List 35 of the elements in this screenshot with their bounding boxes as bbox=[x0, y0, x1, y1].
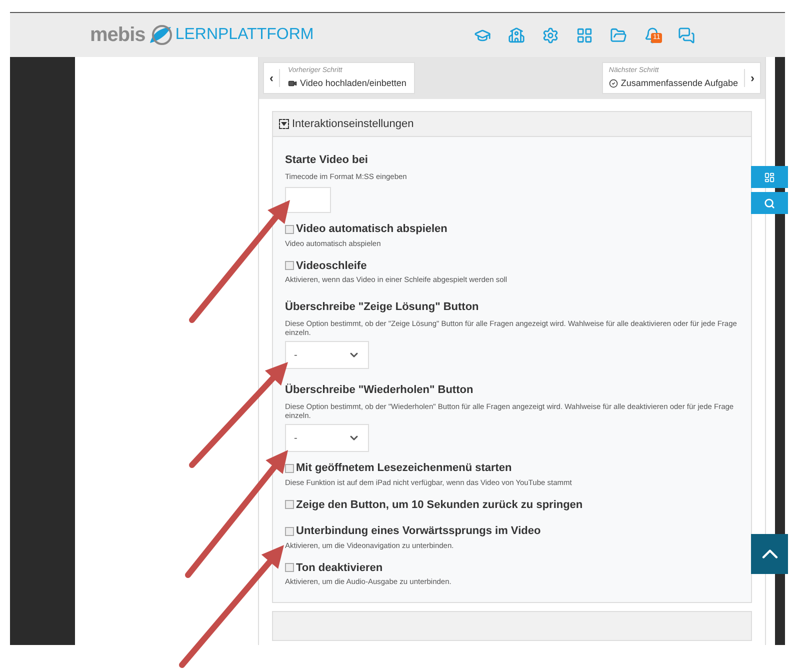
settings-icon[interactable] bbox=[542, 26, 559, 44]
checkbox[interactable] bbox=[285, 261, 294, 270]
field-label: Unterbindung eines Vorwärtssprungs im Video bbox=[296, 524, 541, 539]
checkbox[interactable] bbox=[285, 464, 294, 473]
logo-text: mebis bbox=[90, 23, 146, 48]
panel-header[interactable]: Interaktionseinstellungen bbox=[273, 112, 751, 137]
folder-icon[interactable] bbox=[610, 26, 627, 44]
checkbox[interactable] bbox=[285, 224, 294, 234]
dropdown-select[interactable]: - bbox=[285, 341, 369, 369]
search-drawer-button[interactable] bbox=[751, 192, 788, 214]
field-label: Videoschleife bbox=[296, 258, 367, 274]
field-label: Video automatisch abspielen bbox=[296, 222, 448, 237]
messages-icon[interactable] bbox=[678, 26, 695, 44]
scroll-to-top-button[interactable] bbox=[751, 534, 788, 574]
dropdown-select[interactable]: - bbox=[285, 424, 369, 452]
panel-title: Interaktionseinstellungen bbox=[292, 116, 414, 132]
circle-check-icon bbox=[608, 78, 618, 88]
field-label: Starte Video bei bbox=[285, 154, 368, 166]
grid-icon bbox=[764, 172, 775, 182]
school-icon[interactable] bbox=[508, 26, 525, 44]
field-label: Überschreibe "Wiederholen" Button bbox=[285, 384, 474, 396]
checkbox[interactable] bbox=[285, 500, 294, 510]
video-camera-icon bbox=[288, 78, 297, 88]
field-label: Überschreibe "Zeige Lösung" Button bbox=[285, 301, 479, 313]
checkbox[interactable] bbox=[285, 526, 294, 536]
field-label: Zeige den Button, um 10 Sekunden zurück zu springen bbox=[296, 498, 583, 512]
grid-icon[interactable] bbox=[576, 26, 593, 44]
search-icon bbox=[764, 198, 775, 208]
field-label: Mit geöffnetem Lesezeichenmenü starten bbox=[296, 461, 512, 476]
timecode-input[interactable] bbox=[285, 187, 331, 213]
field-label: Ton deaktivieren bbox=[296, 560, 383, 576]
leaf-logo-icon bbox=[147, 24, 174, 46]
blocks-drawer-button[interactable] bbox=[751, 166, 788, 188]
logo-subtitle: LERNPLATTFORM bbox=[175, 25, 314, 45]
checkbox[interactable] bbox=[285, 563, 294, 572]
